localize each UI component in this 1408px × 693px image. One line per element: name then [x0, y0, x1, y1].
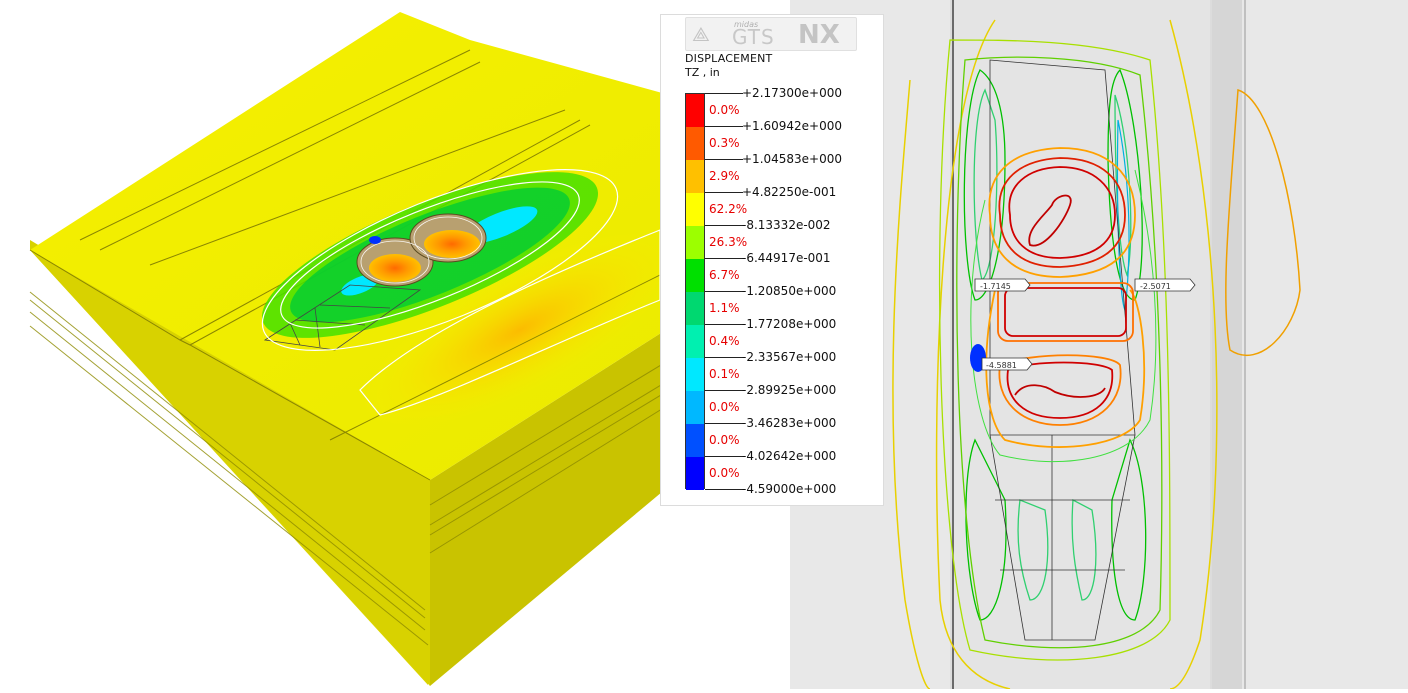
- legend-color-swatch: [686, 424, 704, 457]
- legend-tick-mark: [705, 291, 743, 292]
- legend-color-swatch: [686, 160, 704, 193]
- legend-tick-mark: [705, 357, 743, 358]
- legend-color-swatch: [686, 127, 704, 160]
- model-3d-canvas: [29, 12, 761, 686]
- legend-color-swatch: [686, 226, 704, 259]
- legend-value-label: -3.46283e+000: [742, 416, 837, 430]
- legend-value-label: +4.82250e-001: [742, 185, 837, 199]
- legend-value-label: -8.13332e-002: [742, 218, 831, 232]
- legend-color-swatch: [686, 457, 704, 490]
- legend-title: DISPLACEMENT: [685, 52, 773, 65]
- legend-color-swatch: [686, 358, 704, 391]
- legend-percentage-label: 0.0%: [709, 433, 740, 447]
- legend-percentage-label: 0.0%: [709, 103, 740, 117]
- legend-value-label: -1.20850e+000: [742, 284, 837, 298]
- legend-color-bar: [685, 93, 705, 490]
- legend-color-swatch: [686, 391, 704, 424]
- legend-value-label: -2.89925e+000: [742, 383, 837, 397]
- legend-tick-mark: [705, 324, 743, 325]
- legend-value-label: -4.59000e+000: [742, 482, 837, 496]
- legend-color-swatch: [686, 325, 704, 358]
- legend-tick-mark: [705, 159, 743, 160]
- legend-percentage-label: 0.3%: [709, 136, 740, 150]
- legend-percentage-label: 0.4%: [709, 334, 740, 348]
- legend-color-swatch: [686, 193, 704, 226]
- legend-percentage-label: 2.9%: [709, 169, 740, 183]
- legend-percentage-label: 1.1%: [709, 301, 740, 315]
- logo-mark-icon: ⟁: [692, 22, 710, 46]
- legend-value-label: +2.17300e+000: [742, 86, 843, 100]
- contour-tag-right: -2.5071: [1140, 282, 1171, 291]
- legend-tick-mark: [705, 93, 743, 94]
- legend-percentage-label: 0.0%: [709, 466, 740, 480]
- legend-tick-mark: [705, 489, 743, 490]
- legend-value-label: +1.60942e+000: [742, 119, 843, 133]
- legend-percentage-label: 26.3%: [709, 235, 748, 249]
- legend-percentage-label: 0.0%: [709, 400, 740, 414]
- legend-color-swatch: [686, 94, 704, 127]
- legend-value-label: -1.77208e+000: [742, 317, 837, 331]
- logo-nx-text: NX: [798, 20, 840, 50]
- legend-color-swatch: [686, 292, 704, 325]
- model-3d-view[interactable]: [0, 0, 761, 689]
- legend-value-label: +1.04583e+000: [742, 152, 843, 166]
- legend-value-label: -6.44917e-001: [742, 251, 831, 265]
- legend-tick-mark: [705, 390, 743, 391]
- legend-tick-mark: [705, 126, 743, 127]
- legend-tick-mark: [705, 258, 743, 259]
- legend-percentage-label: 0.1%: [709, 367, 740, 381]
- legend-percentage-label: 62.2%: [709, 202, 748, 216]
- legend-tick-mark: [705, 423, 743, 424]
- logo-gts-text: GTS: [732, 25, 775, 49]
- contour-tag-lower: -4.5881: [986, 361, 1017, 370]
- legend-color-swatch: [686, 259, 704, 292]
- contour-tag-left: -1.7145: [980, 282, 1011, 291]
- software-logo: ⟁ midas GTS NX: [685, 17, 857, 51]
- legend-tick-mark: [705, 225, 743, 226]
- legend-panel: ⟁ midas GTS NX DISPLACEMENT TZ , in +2.1…: [660, 14, 884, 506]
- legend-value-label: -2.33567e+000: [742, 350, 837, 364]
- legend-value-label: -4.02642e+000: [742, 449, 837, 463]
- legend-tick-mark: [705, 192, 743, 193]
- legend-percentage-label: 6.7%: [709, 268, 740, 282]
- legend-tick-mark: [705, 456, 743, 457]
- legend-subtitle: TZ , in: [685, 66, 720, 79]
